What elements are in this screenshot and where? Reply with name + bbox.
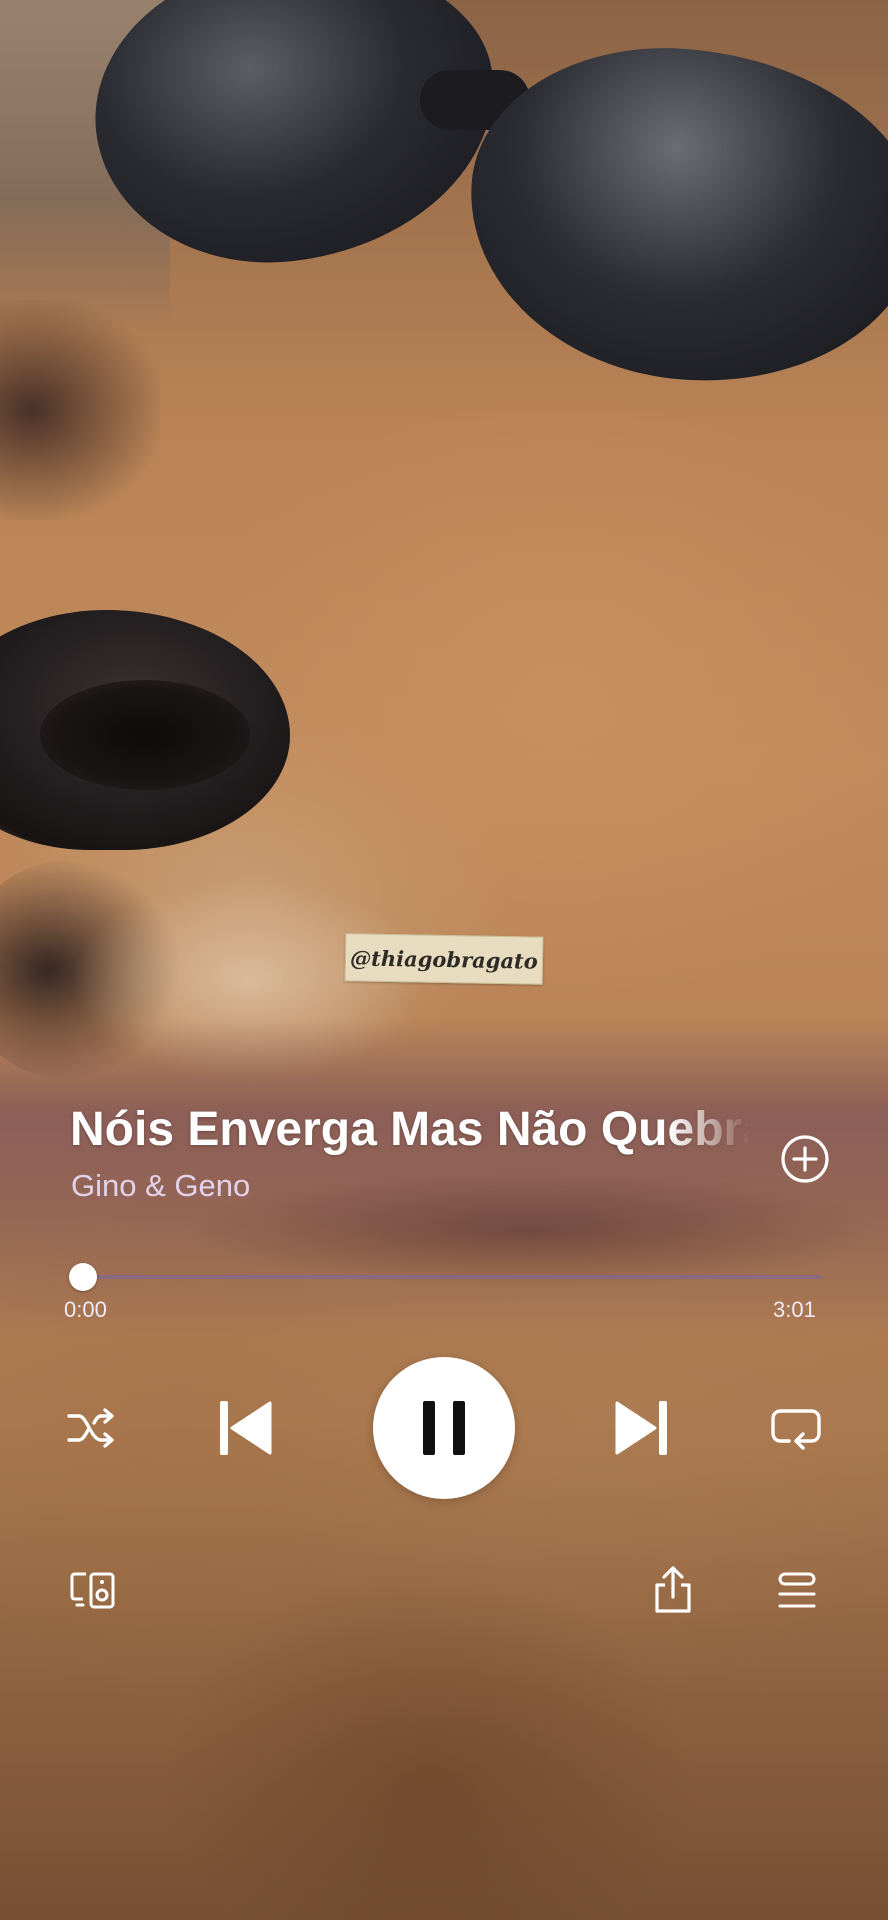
skip-next-icon [615,1401,667,1455]
track-artist[interactable]: Gino & Geno [71,1167,250,1205]
skip-previous-icon [220,1401,272,1455]
queue-icon [778,1572,816,1608]
pause-button[interactable] [373,1357,515,1499]
dog-nostril [40,680,250,790]
previous-track-button[interactable] [215,1397,275,1459]
pause-icon [423,1401,465,1455]
progress-bar[interactable] [68,1263,822,1291]
total-time: 3:01 [773,1297,816,1322]
track-title: Nóis Enverga Mas Não Quebra [70,1103,750,1156]
progress-knob[interactable] [68,1263,97,1291]
share-icon [655,1566,691,1613]
queue-button[interactable] [770,1566,824,1616]
background-shadow [0,300,160,520]
watermark-sticker: @thiagobragato [344,933,544,985]
plus-circle-icon [781,1135,829,1183]
shuffle-icon [67,1408,114,1448]
connect-devices-button[interactable] [66,1565,120,1615]
repeat-button[interactable] [766,1402,826,1454]
share-button[interactable] [646,1562,700,1618]
shuffle-button[interactable] [62,1402,122,1454]
add-to-library-button[interactable] [777,1131,833,1187]
next-track-button[interactable] [612,1397,672,1459]
repeat-icon [771,1409,821,1450]
elapsed-time: 0:00 [64,1297,107,1322]
connect-devices-icon [70,1572,115,1609]
now-playing-screen: @thiagobragato Nóis Enverga Mas Não Queb… [0,0,888,1920]
